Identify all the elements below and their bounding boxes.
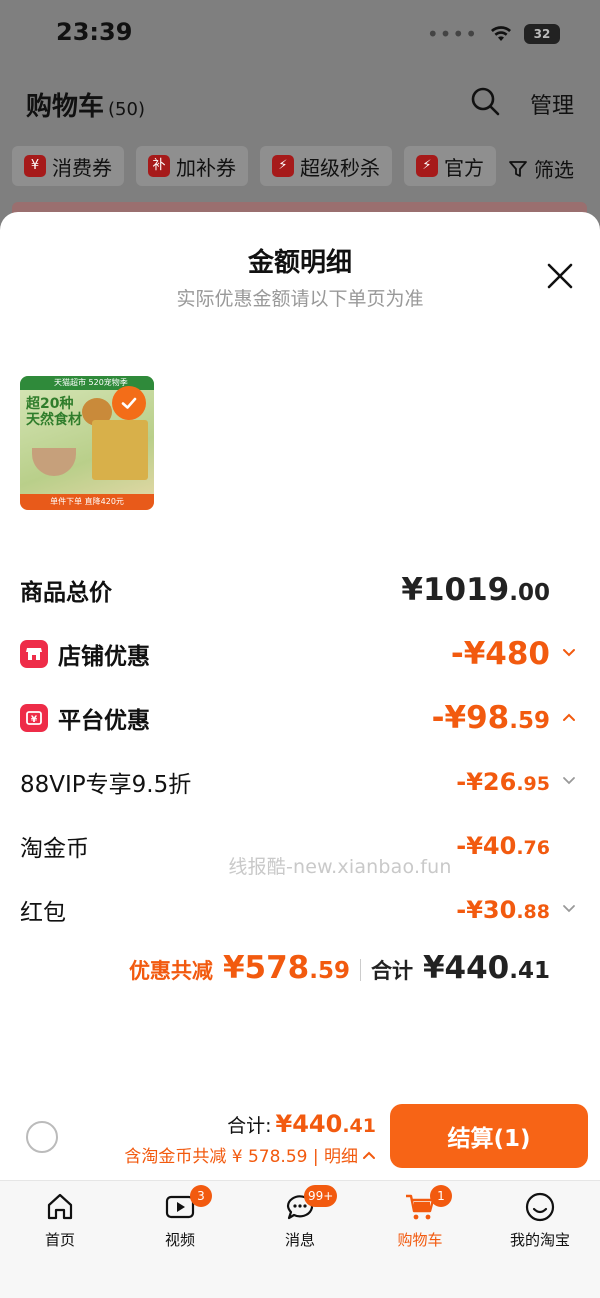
page-title: 购物车 (50) [26,86,145,123]
chip-flash-sale[interactable]: ⚡ 超级秒杀 [260,146,392,186]
vip-discount-value: -¥26.95 [456,768,550,796]
bottom-tab-bar: 首页 3 视频 99+ 消息 1 购物车 我的淘宝 [0,1180,600,1298]
divider [359,959,361,981]
svg-text:¥: ¥ [31,715,38,725]
row-redpack-discount[interactable]: 红包 -¥30.88 [20,890,580,930]
checkout-bar: 合计: ¥440.41 含淘金币共减 ¥ 578.59 | 明细 结算(1) [0,1100,600,1180]
chevron-down-icon [563,649,575,657]
lightning-icon: ⚡ [416,155,438,177]
home-icon [47,1193,73,1220]
platform-discount-value: -¥98.59 [431,700,550,736]
product-thumbnail[interactable]: 天猫超市 520宠物季 超20种 天然食材 单件下单 直降420元 [20,376,154,510]
sum-label: 合计 [370,959,413,983]
sheet-title: 金额明细 [247,248,352,278]
close-icon[interactable] [546,262,574,290]
chip-consume-coupon[interactable]: ¥ 消费券 [12,146,124,186]
tab-label: 首页 [44,1231,75,1249]
coupon-icon: ¥ [20,704,48,732]
row-vip-discount[interactable]: 88VIP专享9.5折 -¥26.95 [20,762,580,802]
status-icons: •••• 32 [427,22,560,46]
smile-icon [525,1192,555,1222]
product-footer: 单件下单 直降420元 [20,494,154,510]
checkout-total: 合计: ¥440.41 [227,1110,376,1138]
checkout-total-dec: .41 [342,1115,376,1137]
total-discount-value: ¥578.59 [222,950,350,986]
select-all-radio[interactable] [26,1121,58,1153]
food-bowl-image [32,448,76,476]
signal-icon: •••• [426,22,478,46]
chevron-down-icon [563,905,575,913]
row-shop-discount[interactable]: 店铺优惠 -¥480 [20,634,580,674]
cart-page-background: 23:39 •••• 32 购物车 (50) 管理 ¥ 消费券 补加补券 ⚡ 超级秒杀… [0,0,600,230]
platform-discount-label: 平台优惠 [58,708,150,734]
total-price-value: ¥1019.00 [401,572,550,608]
tab-cart[interactable]: 1 购物车 [360,1181,480,1298]
chip-subsidy-coupon[interactable]: 补加补券 [136,146,248,186]
detail-toggle[interactable]: 含淘金币共减 ¥ 578.59 | 明细 [124,1142,376,1167]
sheet-subtitle: 实际优惠金额请以下单页为准 [176,288,424,310]
tab-label: 消息 [284,1231,315,1249]
tab-video[interactable]: 3 视频 [120,1181,240,1298]
shop-discount-label: 店铺优惠 [58,644,150,670]
shop-discount-value: -¥480 [450,636,550,672]
redpack-discount-label: 红包 [20,900,66,926]
tab-my-taobao[interactable]: 我的淘宝 [480,1181,600,1298]
cart-count: (50) [108,99,145,120]
checkout-button[interactable]: 结算(1) [390,1104,588,1168]
lightning-icon: ⚡ [272,155,294,177]
chevron-up-icon [363,1151,375,1159]
vip-discount-label: 88VIP专享9.5折 [20,772,192,798]
product-headline: 超20种 天然食材 [26,396,82,428]
detail-toggle-text: 含淘金币共减 ¥ 578.59 | 明细 [124,1147,358,1167]
chip-label: 消费券 [52,155,112,180]
chip-label: 超级秒杀 [300,155,380,180]
redpack-discount-value: -¥30.88 [456,896,550,924]
video-badge: 3 [190,1185,212,1207]
sum-value: ¥440.41 [422,950,550,986]
chevron-up-icon [563,713,575,721]
discount-summary: 优惠共减 ¥578.59 合计 ¥440.41 [0,950,600,990]
status-time: 23:39 [56,18,133,46]
filter-icon [509,160,527,177]
chip-label: 加补券 [176,155,236,180]
subsidy-icon: 补 [148,155,170,177]
tab-messages[interactable]: 99+ 消息 [240,1181,360,1298]
checkout-total-label: 合计: [227,1115,272,1137]
manage-button[interactable]: 管理 [530,88,574,120]
coupon-icon: ¥ [24,155,46,177]
chip-label: 官方 [444,155,484,180]
coupon-chips: ¥ 消费券 补加补券 ⚡ 超级秒杀 ⚡ 官方 [12,146,496,186]
chevron-down-icon [563,777,575,785]
checkout-total-int: ¥440 [275,1110,343,1138]
tab-label: 我的淘宝 [509,1231,570,1249]
tab-label: 购物车 [397,1231,443,1249]
page-title-text: 购物车 [26,92,105,122]
chip-official[interactable]: ⚡ 官方 [404,146,496,186]
row-platform-discount[interactable]: ¥ 平台优惠 -¥98.59 [20,698,580,738]
row-total-price: 商品总价 ¥1019.00 [20,570,580,610]
total-price-label: 商品总价 [20,580,112,606]
tab-home[interactable]: 首页 [0,1181,120,1298]
message-badge: 99+ [304,1185,338,1207]
wifi-icon [491,26,511,41]
battery-icon: 32 [524,24,560,44]
product-package-image [92,420,148,480]
total-discount-label: 优惠共减 [128,959,213,983]
selected-check-icon [112,386,146,420]
filter-button[interactable]: 筛选 [508,154,574,183]
search-icon[interactable] [470,86,500,116]
watermark: 线报酷-new.xianbao.fun [228,856,452,878]
tab-label: 视频 [164,1231,195,1249]
filter-label: 筛选 [534,158,574,182]
store-icon [20,640,48,668]
cart-badge: 1 [430,1185,452,1207]
